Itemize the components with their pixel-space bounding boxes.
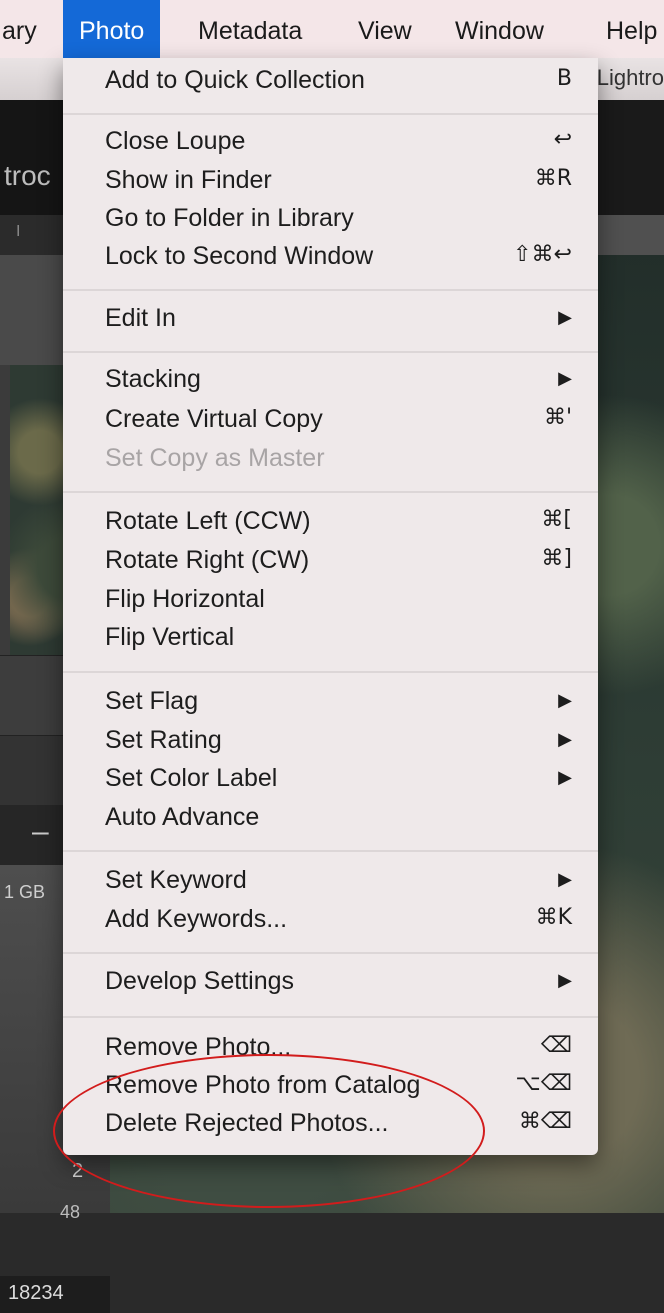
- menu-separator: [63, 351, 598, 353]
- storage-size: 1 GB: [4, 882, 46, 902]
- strip-text: I: [16, 223, 21, 240]
- minus-icon: –: [32, 815, 49, 848]
- shortcut: ⌘]: [541, 546, 572, 571]
- shortcut: ⌘⌫: [518, 1109, 572, 1134]
- submenu-arrow-icon: ▶: [558, 970, 572, 991]
- menu-item-set-copy-as-master: Set Copy as Master: [105, 444, 325, 472]
- menu-photo[interactable]: Photo: [63, 0, 161, 58]
- menu-separator: [63, 289, 598, 291]
- menu-item-set-rating[interactable]: Set Rating ▶: [63, 724, 598, 762]
- menu-separator: [63, 1016, 598, 1018]
- menu-item-lock-to-second-window[interactable]: Lock to Second Window ⇧⌘↩: [63, 240, 598, 278]
- menu-separator: [63, 671, 598, 673]
- menu-item-add-keywords[interactable]: Add Keywords... ⌘K: [63, 903, 598, 941]
- menu-item-delete-rejected-photos[interactable]: Delete Rejected Photos... ⌘⌫: [63, 1107, 598, 1145]
- menu-separator: [63, 850, 598, 852]
- return-icon: ↩: [553, 127, 572, 152]
- menu-item-create-virtual-copy[interactable]: Create Virtual Copy ⌘': [63, 403, 598, 441]
- submenu-arrow-icon: ▶: [558, 869, 572, 890]
- catalog-count: 2: [72, 1160, 84, 1182]
- menu-item-develop-settings[interactable]: Develop Settings ▶: [63, 965, 598, 1003]
- menu-help[interactable]: Help: [606, 0, 657, 58]
- menu-view[interactable]: View: [358, 0, 412, 58]
- delete-icon: ⌫: [540, 1033, 572, 1058]
- photo-count: 18234: [8, 1282, 64, 1304]
- menu-separator: [63, 113, 598, 115]
- menu-item-close-loupe[interactable]: Close Loupe ↩: [63, 125, 598, 163]
- menu-item-edit-in[interactable]: Edit In ▶: [63, 302, 598, 340]
- menu-item-set-color-label[interactable]: Set Color Label ▶: [63, 762, 598, 800]
- menu-item-go-to-folder[interactable]: Go to Folder in Library: [63, 202, 598, 240]
- menu-item-set-flag[interactable]: Set Flag ▶: [63, 685, 598, 723]
- menu-item-flip-horizontal[interactable]: Flip Horizontal: [63, 583, 598, 621]
- menu-item-remove-photo[interactable]: Remove Photo... ⌫: [63, 1031, 598, 1069]
- submenu-arrow-icon: ▶: [558, 690, 572, 711]
- menu-item-show-in-finder[interactable]: Show in Finder ⌘R: [63, 164, 598, 202]
- shortcut: ⇧⌘↩: [513, 242, 572, 267]
- submenu-arrow-icon: ▶: [558, 767, 572, 788]
- submenu-arrow-icon: ▶: [558, 307, 572, 328]
- shortcut: ⌘K: [535, 905, 572, 930]
- window-title: Lightro: [596, 65, 664, 90]
- menu-item-flip-vertical[interactable]: Flip Vertical: [63, 621, 598, 659]
- menu-window[interactable]: Window: [455, 0, 544, 58]
- menu-item-auto-advance[interactable]: Auto Advance: [63, 801, 598, 839]
- photo-count-bar: 18234: [0, 1276, 110, 1313]
- shortcut: ⌘': [543, 405, 572, 430]
- photo-menu: Add to Quick Collection B Close Loupe ↩ …: [63, 58, 598, 1155]
- menu-item-rotate-left[interactable]: Rotate Left (CCW) ⌘[: [63, 505, 598, 543]
- shortcut: B: [556, 66, 572, 91]
- menu-bar: ary Photo Metadata View Window Help: [0, 0, 664, 59]
- menu-item-set-keyword[interactable]: Set Keyword ▶: [63, 864, 598, 902]
- shortcut: ⌘R: [534, 166, 572, 191]
- menu-item-rotate-right[interactable]: Rotate Right (CW) ⌘]: [63, 544, 598, 582]
- menu-library[interactable]: ary: [2, 0, 37, 58]
- menu-item-remove-from-catalog[interactable]: Remove Photo from Catalog ⌥⌫: [63, 1069, 598, 1107]
- submenu-arrow-icon: ▶: [558, 729, 572, 750]
- menu-separator: [63, 491, 598, 493]
- submenu-arrow-icon: ▶: [558, 368, 572, 389]
- shortcut: ⌘[: [541, 507, 572, 532]
- brand-text: troc: [4, 160, 51, 191]
- menu-item-stacking[interactable]: Stacking ▶: [63, 363, 598, 401]
- shortcut: ⌥⌫: [515, 1071, 572, 1096]
- toolbar-strip: [595, 215, 664, 255]
- menu-metadata[interactable]: Metadata: [198, 0, 302, 58]
- menu-separator: [63, 952, 598, 954]
- menu-item-add-to-quick-collection[interactable]: Add to Quick Collection B: [63, 64, 598, 102]
